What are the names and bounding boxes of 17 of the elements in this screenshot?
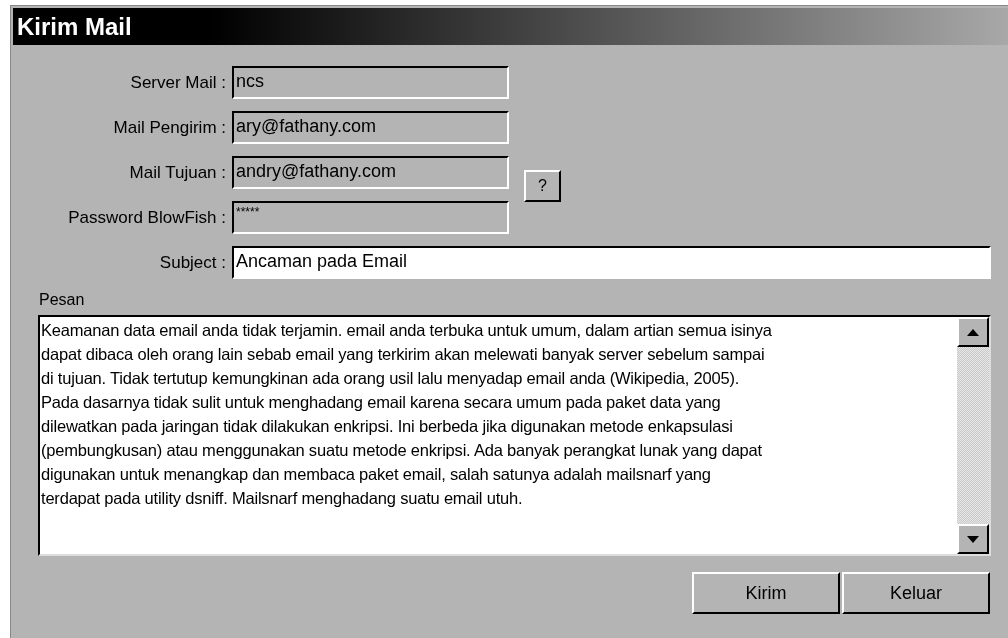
scroll-up-button[interactable] — [957, 317, 989, 347]
message-label: Pesan — [39, 291, 86, 309]
window-title: Kirim Mail — [17, 12, 132, 41]
up-arrow-icon — [967, 328, 979, 336]
input-field[interactable]: Ancaman pada Email — [232, 246, 991, 279]
field-label: Server Mail : — [129, 72, 227, 93]
field-label: Mail Pengirim : — [112, 117, 227, 138]
message-text-area[interactable] — [38, 315, 991, 556]
message-text: Keamanan data email anda tidak terjamin. email anda terbuka untuk umum, dalam artian semua isinya dapat dibaca oleh orang lain sebab email yang terkirim akan melewati banyak server sebelum sampai di tujuan. Tidak tertutup kemungkinan ada orang usil lalu menyadap email anda (Wikipedia, 2005). Pada dasarnya tidak sulit untuk menghadang email karena secara umum pada paket data yang dilewatkan pada jaringan tidak dilakukan enkripsi. Ini berbeda jika digunakan metode enkapsulasi (pembungkusan) atau menggunakan suatu metode enkripsi. Ada banyak perangkat lunak yang dapat digunakan untuk menangkap dan membaca paket email, salah satunya adalah mailsnarf yang terdapat pada utility dsniff. Mailsnarf menghadang suatu email utuh. — [40, 320, 773, 509]
send-button[interactable]: Kirim — [692, 572, 840, 614]
scrollbar[interactable] — [957, 317, 989, 554]
exit-button[interactable]: Keluar — [842, 572, 990, 614]
field-label: Password BlowFish : — [67, 207, 227, 228]
field-label: Mail Tujuan : — [128, 162, 227, 183]
down-arrow-icon — [967, 535, 979, 543]
field-label: Subject : — [158, 252, 227, 273]
scroll-down-button[interactable] — [957, 524, 989, 554]
